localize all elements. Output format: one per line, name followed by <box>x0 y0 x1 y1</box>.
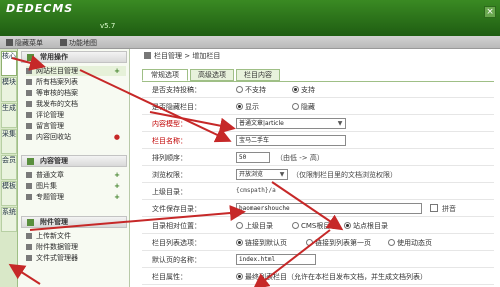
menu-item-my-docs[interactable]: 我发布的文档 <box>26 99 126 109</box>
pinyin-checkbox[interactable] <box>430 204 438 212</box>
permission-select[interactable]: 开放浏览 ▼ <box>236 169 288 180</box>
menu-section-common[interactable]: 常用操作 <box>21 51 127 63</box>
breadcrumb-current: 增加栏目 <box>192 52 221 60</box>
vtab-template[interactable]: 模板 <box>1 181 17 206</box>
message-icon <box>26 123 32 129</box>
save-dir-input[interactable]: baomaershouche <box>236 203 422 214</box>
breadcrumb: 栏目管理 > 增加栏目 <box>144 49 220 63</box>
row-default-page: 默认页的名称： index.html <box>142 252 494 268</box>
row-allow-submit: 是否支持投稿： 不支持 支持 <box>142 82 494 98</box>
row-sort-order: 排列顺序： 50 （由低 -> 高） <box>142 150 494 166</box>
vtab-module[interactable]: 模块 <box>1 77 17 102</box>
page-icon <box>26 244 32 250</box>
row-list-option: 栏目列表选项： 链接到默认页 链接到列表第一页 使用动态页 <box>142 235 494 251</box>
default-page-input[interactable]: index.html <box>236 254 316 265</box>
row-category-attr: 栏目属性： 最终列表栏目（允许在本栏目发布文档，并生成文档列表） <box>142 269 494 285</box>
page-icon <box>26 194 32 200</box>
row-hidden: 是否隐藏栏目： 显示 隐藏 <box>142 99 494 115</box>
vtab-core[interactable]: 核心 <box>1 51 17 76</box>
upload-icon <box>26 233 32 239</box>
row-permission: 浏览权限： 开放浏览 ▼ （仅限制栏目里的文档浏览权限） <box>142 167 494 183</box>
radio-site-root[interactable]: 站点根目录 <box>344 221 388 231</box>
shield-icon[interactable]: ● <box>114 132 120 142</box>
radio-final-list[interactable]: 最终列表栏目（允许在本栏目发布文档，并生成文档列表） <box>236 272 427 282</box>
menu-item-topics[interactable]: 专题管理 + <box>26 192 126 202</box>
page-icon <box>26 90 32 96</box>
page-icon <box>26 101 32 107</box>
sidebar-menu: 常用操作 网站栏目管理 + 所有档案列表 等审核的档案 我发布的文档 评论管理 留… <box>18 49 130 287</box>
menu-item-pending-docs[interactable]: 等审核的档案 <box>26 88 126 98</box>
menu-item-category-manage[interactable]: 网站栏目管理 + <box>26 66 126 76</box>
row-dir-position: 目录相对位置： 上级目录 CMS根目录 站点根目录 <box>142 218 494 234</box>
hide-menu-button[interactable]: 隐藏菜单 <box>6 38 43 48</box>
parent-dir-value: {cmspath}/a <box>236 187 276 194</box>
logo: DEDECMS <box>6 2 74 15</box>
home-icon <box>144 52 151 59</box>
image-icon <box>26 183 32 189</box>
row-category-name: 栏目名称： 宝马二手车 <box>142 133 494 149</box>
vtab-collect[interactable]: 采集 <box>1 129 17 154</box>
row-parent-dir: 上级目录： {cmspath}/a <box>142 184 494 200</box>
chevron-down-icon: ▼ <box>337 120 343 127</box>
menu-item-file-manager[interactable]: 文件式管理器 <box>26 253 126 263</box>
menu-item-attachment-data[interactable]: 附件数据管理 <box>26 242 126 252</box>
category-form: 是否支持投稿： 不支持 支持 是否隐藏栏目： 显示 隐藏 内容模型： 普通文章|… <box>142 81 494 287</box>
app-header: DEDECMS v5.7 × <box>0 0 500 36</box>
menu-section-content[interactable]: 内容管理 <box>21 155 127 167</box>
vtab-system[interactable]: 系统 <box>1 207 17 232</box>
radio-hide[interactable]: 隐藏 <box>292 102 315 112</box>
menu-icon <box>6 39 13 46</box>
radio-cms-root[interactable]: CMS根目录 <box>292 221 337 231</box>
page-icon <box>26 79 32 85</box>
menu-item-images[interactable]: 图片集 + <box>26 181 126 191</box>
radio-default-page[interactable]: 链接到默认页 <box>236 238 287 248</box>
add-icon[interactable]: + <box>114 170 120 180</box>
module-tabs: 核心 模块 生成 采集 会员 模板 系统 <box>0 49 18 287</box>
radio-not-support[interactable]: 不支持 <box>236 85 266 95</box>
category-name-input[interactable]: 宝马二手车 <box>236 135 346 146</box>
menu-item-comments[interactable]: 评论管理 <box>26 110 126 120</box>
menu-section-attachments[interactable]: 附件管理 <box>21 216 127 228</box>
menu-item-messages[interactable]: 留言管理 <box>26 121 126 131</box>
tab-general[interactable]: 常规选项 <box>142 69 188 81</box>
tab-advanced[interactable]: 高级选项 <box>190 69 234 81</box>
menu-item-all-docs[interactable]: 所有档案列表 <box>26 77 126 87</box>
menu-item-upload[interactable]: 上传新文件 <box>26 231 126 241</box>
content-model-select[interactable]: 普通文章|article ▼ <box>236 118 346 129</box>
add-icon[interactable]: + <box>114 192 120 202</box>
version-label: v5.7 <box>100 22 116 30</box>
chevron-down-icon: ▼ <box>279 171 285 178</box>
feature-map-button[interactable]: 功能地图 <box>60 38 97 48</box>
row-save-dir: 文件保存目录： baomaershouche 拼音 <box>142 201 494 217</box>
row-content-model: 内容模型： 普通文章|article ▼ <box>142 116 494 132</box>
radio-parent-dir[interactable]: 上级目录 <box>236 221 273 231</box>
page-icon <box>26 68 32 74</box>
sort-order-input[interactable]: 50 <box>236 152 270 163</box>
main-panel: 栏目管理 > 增加栏目 常规选项 高级选项 栏目内容 是否支持投稿： 不支持 支… <box>130 49 500 287</box>
vtab-member[interactable]: 会员 <box>1 155 17 180</box>
quick-bar: 隐藏菜单 功能地图 <box>0 36 500 49</box>
breadcrumb-root[interactable]: 栏目管理 <box>154 52 182 60</box>
page-icon <box>26 172 32 178</box>
vtab-generate[interactable]: 生成 <box>1 103 17 128</box>
radio-dynamic-page[interactable]: 使用动态页 <box>388 238 432 248</box>
comment-icon <box>26 112 32 118</box>
tab-content[interactable]: 栏目内容 <box>236 69 280 81</box>
menu-item-recycle[interactable]: 内容回收站 ● <box>26 132 126 142</box>
radio-list-first[interactable]: 链接到列表第一页 <box>306 238 371 248</box>
trash-icon <box>26 134 32 140</box>
add-icon[interactable]: + <box>114 181 120 191</box>
add-icon[interactable]: + <box>114 66 120 76</box>
folder-icon <box>27 158 34 165</box>
folder-icon <box>27 54 34 61</box>
map-icon <box>60 39 67 46</box>
folder-icon <box>26 255 32 261</box>
close-button[interactable]: × <box>484 6 496 18</box>
menu-item-articles[interactable]: 普通文章 + <box>26 170 126 180</box>
folder-icon <box>27 219 34 226</box>
radio-show[interactable]: 显示 <box>236 102 259 112</box>
radio-support[interactable]: 支持 <box>292 85 315 95</box>
